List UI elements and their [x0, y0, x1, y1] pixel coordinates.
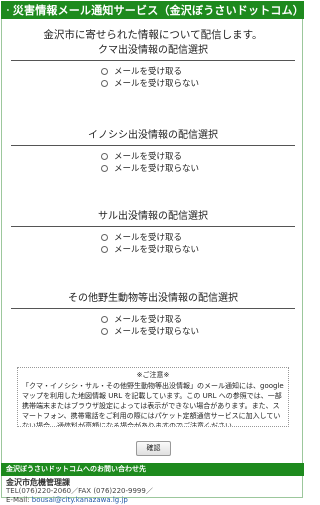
section-bear: クマ出没情報の配信選択 メールを受け取る メールを受け取らない	[0, 44, 306, 89]
contact-org: 金沢市危機管理課	[6, 478, 70, 487]
option-receive[interactable]: メールを受け取る	[101, 150, 306, 162]
contact-tel: TEL(076)220-2060／FAX (076)220-9999／	[6, 487, 302, 496]
divider	[11, 145, 295, 146]
email-label: E-Mail:	[6, 496, 30, 504]
section-title: その他野生動物等出没情報の配信選択	[68, 293, 238, 304]
option-label: メールを受け取らない	[114, 245, 200, 255]
section-boar: イノシシ出没情報の配信選択 メールを受け取る メールを受け取らない	[0, 129, 306, 174]
radio-button[interactable]	[101, 79, 108, 87]
option-label: メールを受け取る	[114, 67, 183, 77]
divider	[11, 60, 295, 61]
option-label: メールを受け取る	[114, 152, 183, 162]
option-receive[interactable]: メールを受け取る	[101, 313, 306, 325]
radio-button[interactable]	[101, 315, 108, 323]
contact-info: 金沢市危機管理課 TEL(076)220-2060／FAX (076)220-9…	[6, 478, 302, 505]
mail-icon	[7, 9, 9, 11]
note-body: 「クマ・イノシシ・サル・その他野生動物等出没情報」のメール通知には、google…	[22, 382, 284, 427]
option-receive[interactable]: メールを受け取る	[101, 231, 306, 243]
section-monkey: サル出没情報の配信選択 メールを受け取る メールを受け取らない	[0, 210, 306, 255]
section-title: クマ出没情報の配信選択	[98, 45, 208, 56]
email-link[interactable]: bousai@city.kanazawa.lg.jp	[32, 496, 128, 504]
option-label: メールを受け取らない	[114, 164, 200, 174]
confirm-button[interactable]: 確認	[136, 441, 171, 456]
radio-button[interactable]	[101, 67, 108, 75]
option-decline[interactable]: メールを受け取らない	[101, 325, 306, 337]
option-decline[interactable]: メールを受け取らない	[101, 162, 306, 174]
caution-note: ※ご注意※ 「クマ・イノシシ・サル・その他野生動物等出没情報」のメール通知には、…	[17, 367, 289, 427]
note-heading: ※ご注意※	[136, 371, 170, 379]
option-decline[interactable]: メールを受け取らない	[101, 77, 306, 89]
section-title: サル出没情報の配信選択	[98, 211, 208, 222]
option-label: メールを受け取らない	[114, 327, 200, 337]
option-label: メールを受け取らない	[114, 79, 200, 89]
option-receive[interactable]: メールを受け取る	[101, 65, 306, 77]
intro-text: 金沢市に寄せられた情報について配信します。	[43, 29, 263, 41]
divider	[11, 226, 295, 227]
radio-button[interactable]	[101, 164, 108, 172]
option-label: メールを受け取る	[114, 233, 183, 243]
footer-bar: 金沢ぼうさいドットコムへのお問い合わせ先	[1, 463, 304, 476]
radio-button[interactable]	[101, 327, 108, 335]
section-title: イノシシ出没情報の配信選択	[88, 130, 218, 141]
contact-tel-fax: TEL(076)220-2060／FAX (076)220-9999／	[6, 487, 153, 495]
divider	[11, 308, 295, 309]
page-title: 災害情報メール通知サービス（金沢ぼうさいドットコム）	[12, 4, 304, 17]
option-decline[interactable]: メールを受け取らない	[101, 243, 306, 255]
option-label: メールを受け取る	[114, 315, 183, 325]
radio-button[interactable]	[101, 233, 108, 241]
page-header: 災害情報メール通知サービス（金沢ぼうさいドットコム）	[1, 1, 304, 19]
section-other-wildlife: その他野生動物等出没情報の配信選択 メールを受け取る メールを受け取らない	[0, 292, 306, 337]
radio-button[interactable]	[101, 152, 108, 160]
contact-email-row: E-Mail: bousai@city.kanazawa.lg.jp	[6, 496, 302, 505]
radio-button[interactable]	[101, 245, 108, 253]
